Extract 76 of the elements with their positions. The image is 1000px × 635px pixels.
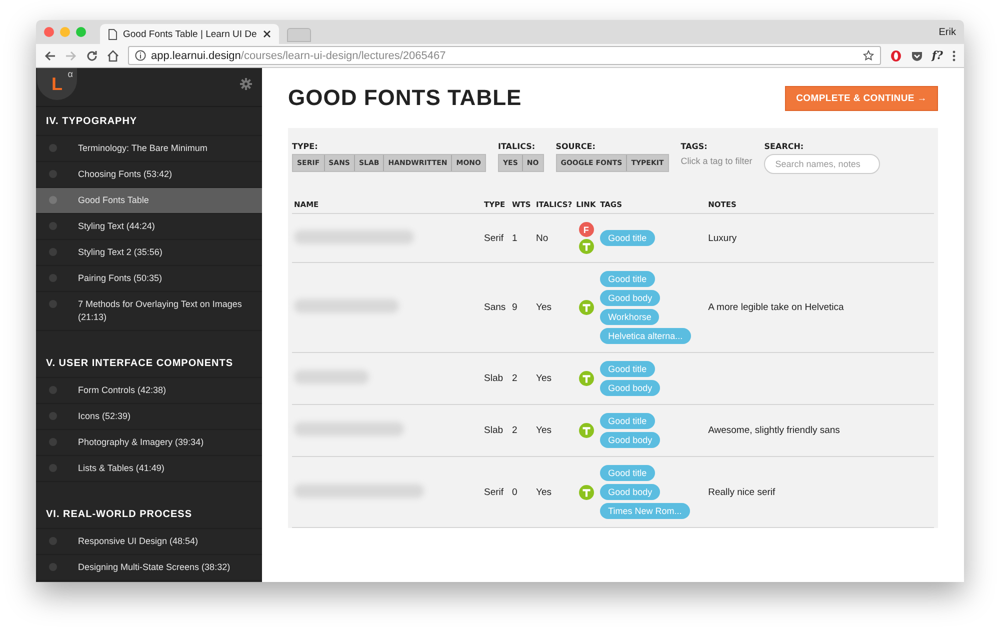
info-icon[interactable] xyxy=(135,50,146,61)
status-dot xyxy=(49,170,57,178)
status-dot xyxy=(49,438,57,446)
status-dot xyxy=(49,386,57,394)
lesson-item[interactable]: Pairing Fonts (50:35) xyxy=(36,266,262,292)
typekit-link-icon[interactable] xyxy=(578,371,594,386)
settings-icon[interactable] xyxy=(240,78,252,90)
close-window-button[interactable] xyxy=(44,27,54,37)
lesson-item[interactable]: Icons (52:39) xyxy=(36,404,262,430)
lesson-item[interactable]: Styling Text 2 (35:56) xyxy=(36,240,262,266)
lesson-item[interactable]: Form Controls (42:38) xyxy=(36,378,262,404)
table-cell: Really nice serif xyxy=(708,486,776,498)
lesson-item[interactable]: Photography & Imagery (39:34) xyxy=(36,430,262,456)
filter-label: SOURCE: xyxy=(556,142,596,151)
reload-icon[interactable] xyxy=(86,50,98,62)
table-cell: Serif xyxy=(484,486,504,498)
status-dot xyxy=(49,300,57,308)
status-dot xyxy=(49,222,57,230)
typekit-link-icon[interactable] xyxy=(578,300,594,315)
section-heading: VI. REAL-WORLD PROCESS xyxy=(36,500,262,529)
filter-label: TYPE: xyxy=(292,142,319,151)
table-cell: 2 xyxy=(512,425,518,436)
tags-hint: Click a tag to filter xyxy=(680,156,752,166)
filter-label: SEARCH: xyxy=(764,142,805,151)
section-heading: V. USER INTERFACE COMPONENTS xyxy=(36,349,262,378)
page-title: GOOD FONTS TABLE xyxy=(288,85,522,111)
menu-icon[interactable] xyxy=(952,50,956,62)
typekit-link-icon[interactable] xyxy=(578,423,594,438)
search-field[interactable]: Search names, notes xyxy=(764,154,880,174)
status-dot xyxy=(49,464,57,472)
lesson-item[interactable]: Designing Multi-State Screens (38:32) xyxy=(36,555,262,581)
pocket-icon[interactable] xyxy=(910,50,923,62)
section-heading: IV. TYPOGRAPHY xyxy=(36,107,262,136)
document-icon xyxy=(108,28,117,40)
table-cell: No xyxy=(536,232,548,244)
lesson-item[interactable]: Good Fonts Table xyxy=(36,188,262,214)
home-icon[interactable] xyxy=(107,50,119,62)
table-cell: 9 xyxy=(512,302,518,313)
extension-button[interactable]: f? xyxy=(932,49,943,62)
table-cell: 2 xyxy=(512,373,518,384)
address-field[interactable]: app.learnui.design/courses/learn-ui-design/lectures/2065467 xyxy=(128,46,881,65)
logo[interactable]: L α xyxy=(37,68,77,100)
table-cell: Luxury xyxy=(708,232,737,244)
typekit-link-icon[interactable] xyxy=(578,484,594,500)
lesson-item[interactable]: Terminology: The Bare Minimum xyxy=(36,136,262,162)
table-cell: Yes xyxy=(536,486,552,498)
table-cell: Awesome, slightly friendly sans xyxy=(708,425,840,436)
filter-label: TAGS: xyxy=(680,142,708,151)
table-cell: A more legible take on Helvetica xyxy=(708,302,844,313)
table-cell: Slab xyxy=(484,425,504,436)
lesson-item[interactable]: Styling Text (44:24) xyxy=(36,214,262,240)
table-cell: Yes xyxy=(536,302,552,313)
status-dot xyxy=(49,537,57,545)
browser-tab[interactable]: Good Fonts Table | Learn UI De xyxy=(100,24,279,44)
lesson-item[interactable]: 7 Methods for Overlaying Text on Images (21:13) xyxy=(36,292,262,331)
lesson-item[interactable]: Lists & Tables (41:49) xyxy=(36,456,262,482)
table-cell: Yes xyxy=(536,373,552,384)
back-icon[interactable] xyxy=(44,50,56,62)
star-icon[interactable] xyxy=(862,50,874,61)
close-tab-icon[interactable] xyxy=(262,30,271,38)
typekit-link-icon[interactable] xyxy=(578,239,594,254)
status-dot xyxy=(49,196,57,204)
table-cell: Yes xyxy=(536,425,552,436)
table-cell: Serif xyxy=(484,232,504,244)
table-cell: 0 xyxy=(512,486,518,498)
table-cell: Sans xyxy=(484,302,506,313)
status-dot xyxy=(49,563,57,571)
status-dot xyxy=(49,144,57,152)
opera-icon[interactable] xyxy=(890,50,902,62)
table-cell: Slab xyxy=(484,373,504,384)
profile-name[interactable]: Erik xyxy=(938,26,956,38)
table-cell: 1 xyxy=(512,232,518,244)
status-dot xyxy=(49,274,57,282)
lesson-item[interactable]: Responsive UI Design (48:54) xyxy=(36,529,262,555)
status-dot xyxy=(49,412,57,420)
filter-label: ITALICS: xyxy=(498,142,536,151)
